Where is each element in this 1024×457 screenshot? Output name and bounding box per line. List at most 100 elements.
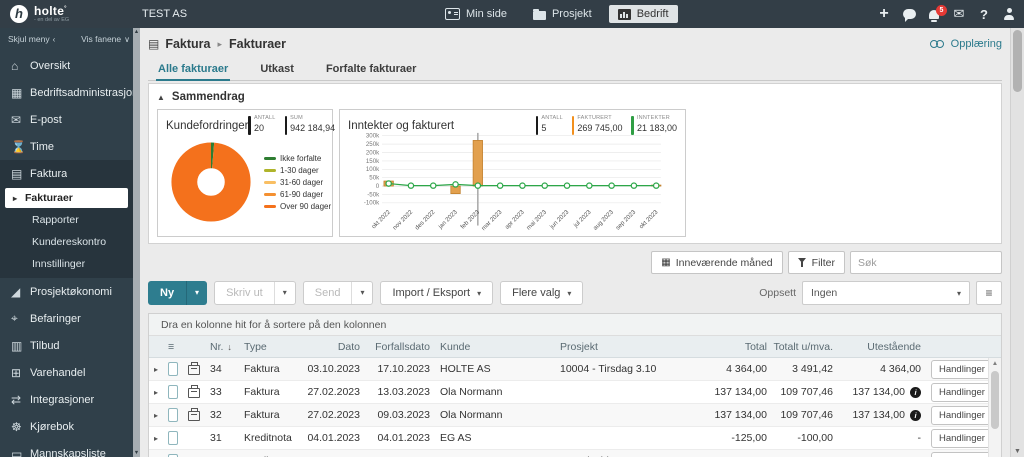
- column-header-utestaende[interactable]: Utestående: [838, 336, 926, 357]
- sidebar-integrations-icon: ⇄: [11, 392, 22, 407]
- row-actions-button[interactable]: Handlinger▾: [931, 405, 988, 425]
- row-expand-icon[interactable]: ▸: [149, 404, 163, 426]
- table-scroll-thumb[interactable]: [991, 371, 999, 429]
- column-header-forfallsdato[interactable]: Forfallsdato: [365, 336, 435, 357]
- send-button[interactable]: Send: [304, 282, 352, 304]
- row-actions-button[interactable]: Handlinger▾: [931, 428, 988, 448]
- tab-utkast[interactable]: Utkast: [258, 57, 296, 81]
- group-drop-zone[interactable]: Dra en kolonne hit for å sortere på den …: [149, 314, 1001, 336]
- sidebar-item-kundereskontro[interactable]: Kundereskontro: [0, 231, 140, 253]
- scroll-down-icon[interactable]: ▼: [134, 450, 139, 456]
- column-header-prosjekt[interactable]: Prosjekt: [555, 336, 708, 357]
- topbar-nav-min-side[interactable]: Min side: [436, 5, 516, 23]
- column-header-totalt-u-mva[interactable]: Totalt u/mva.: [772, 336, 838, 357]
- row-expand-icon[interactable]: ▸: [149, 381, 163, 403]
- print-caret-button[interactable]: ▾: [273, 282, 295, 304]
- sidebar-scrollbar[interactable]: ▲ ▼: [133, 28, 140, 457]
- scroll-up-icon[interactable]: ▲: [992, 360, 998, 367]
- sidebar-item-innstillinger[interactable]: Innstillinger: [0, 253, 140, 275]
- filter-button[interactable]: Filter: [787, 251, 845, 274]
- column-header-kunde[interactable]: Kunde: [435, 336, 555, 357]
- sidebar-item-varehandel[interactable]: ⊞ Varehandel: [0, 359, 140, 386]
- table-scrollbar[interactable]: ▲ ▼: [988, 358, 1001, 457]
- row-actions-button[interactable]: Handlinger▾: [931, 359, 988, 379]
- help-icon[interactable]: ?: [977, 7, 991, 22]
- page-scroll-thumb[interactable]: [1013, 30, 1022, 92]
- sidebar-item-integrasjoner[interactable]: ⇄ Integrasjoner: [0, 386, 140, 413]
- printer-icon[interactable]: [188, 362, 200, 375]
- training-link[interactable]: Opplæring: [929, 38, 1002, 50]
- row-expand-icon[interactable]: ▸: [149, 450, 163, 457]
- summary-toggle[interactable]: ▲ Sammendrag: [157, 89, 993, 105]
- layout-controls: Oppsett Ingen ▾ ≡: [759, 281, 1002, 305]
- more-options-button[interactable]: Flere valg ▾: [500, 281, 584, 305]
- row-checkbox[interactable]: [168, 362, 178, 376]
- cell-kunde: EG AS: [440, 432, 472, 444]
- tab-alle-fakturaer[interactable]: Alle fakturaer: [156, 57, 231, 81]
- scroll-up-icon[interactable]: ▲: [134, 29, 139, 35]
- caret-down-icon[interactable]: ▾: [186, 281, 207, 305]
- printer-icon[interactable]: [188, 385, 200, 398]
- layout-menu-button[interactable]: ≡: [976, 281, 1002, 305]
- layout-select[interactable]: Ingen ▾: [802, 281, 970, 305]
- import-export-button[interactable]: Import / Eksport ▾: [380, 281, 494, 305]
- sidebar-item-oversikt[interactable]: ⌂ Oversikt: [0, 52, 140, 79]
- sidebar-item-faktura[interactable]: ▤ Faktura: [0, 160, 140, 187]
- hide-menu-button[interactable]: Skjul meny ‹: [8, 34, 55, 44]
- sidebar-item-fakturaer[interactable]: ▸ Fakturaer: [5, 188, 128, 208]
- info-icon[interactable]: i: [910, 386, 921, 398]
- sidebar-item-tilbud[interactable]: ▥ Tilbud: [0, 332, 140, 359]
- print-button[interactable]: Skriv ut: [215, 282, 274, 304]
- row-actions-button[interactable]: Handlinger▾: [931, 451, 988, 457]
- column-header-type[interactable]: Type: [239, 336, 303, 357]
- svg-text:aug 2023: aug 2023: [592, 208, 615, 231]
- column-header-dato[interactable]: Dato: [303, 336, 365, 357]
- sidebar-item-mannskapsliste[interactable]: ▭ Mannskapsliste: [0, 440, 140, 457]
- sidebar-item-kjorebok[interactable]: ☸ Kjørebok: [0, 413, 140, 440]
- row-checkbox[interactable]: [168, 408, 178, 422]
- page-scrollbar[interactable]: ▼: [1010, 28, 1024, 457]
- grid-header: ≡ Nr. ↓ Type Dato Forfallsdato Kunde Prosjekt To…: [149, 336, 1001, 358]
- hide-menu-label: Skjul meny: [8, 34, 50, 44]
- show-tabs-button[interactable]: Vis fanene ∨: [81, 34, 130, 44]
- sidebar-item-e-post[interactable]: ✉ E-post: [0, 106, 140, 133]
- topbar-nav-bedrift[interactable]: Bedrift: [608, 5, 678, 23]
- stat-label: ANTALL: [253, 115, 276, 121]
- add-icon[interactable]: +: [877, 6, 891, 22]
- chevron-right-icon: ▸: [217, 38, 223, 49]
- tab-forfalte-fakturaer[interactable]: Forfalte fakturaer: [324, 57, 418, 81]
- info-icon[interactable]: i: [910, 409, 921, 421]
- printer-icon[interactable]: [188, 408, 200, 421]
- row-expand-icon[interactable]: ▸: [149, 358, 163, 380]
- sidebar-item-bedriftsadministrasjon[interactable]: ▦ Bedriftsadministrasjon: [0, 79, 140, 106]
- row-checkbox[interactable]: [168, 431, 178, 445]
- scroll-down-icon[interactable]: ▼: [1011, 448, 1024, 455]
- brand[interactable]: h holte° - en del av EG: [0, 5, 140, 24]
- mail-icon[interactable]: ✉: [952, 6, 966, 22]
- cell-type: Kreditnota: [239, 450, 303, 457]
- sidebar-item-rapporter[interactable]: Rapporter: [0, 209, 140, 231]
- row-checkbox[interactable]: [168, 385, 178, 399]
- breadcrumb-section[interactable]: Faktura: [165, 37, 210, 51]
- svg-text:nov 2022: nov 2022: [391, 208, 414, 231]
- stat-inntekter: INNTEKTER 21 183,00: [631, 115, 677, 135]
- sidebar-item-time[interactable]: ⌛ Time: [0, 133, 140, 160]
- notifications-icon[interactable]: 5: [927, 4, 947, 22]
- chat-icon[interactable]: [902, 9, 916, 22]
- row-expand-icon[interactable]: ▸: [149, 427, 163, 449]
- sidebar-item-befaringer[interactable]: ⌖ Befaringer: [0, 305, 140, 332]
- sidebar-item-label: Kjørebok: [30, 420, 75, 433]
- current-month-button[interactable]: ▦ Inneværende måned: [651, 251, 783, 274]
- send-caret-button[interactable]: ▾: [351, 282, 372, 304]
- column-header-nr[interactable]: Nr. ↓: [205, 336, 239, 357]
- sidebar-item-prosjektokonomi[interactable]: ◢ Prosjektøkonomi: [0, 278, 140, 305]
- column-header-total[interactable]: Total: [708, 336, 772, 357]
- header-menu-icon[interactable]: ≡: [163, 336, 183, 357]
- user-icon[interactable]: [1002, 8, 1016, 20]
- stat-color-bar: [631, 116, 634, 135]
- topbar-nav-prosjekt[interactable]: Prosjekt: [524, 5, 601, 23]
- new-button[interactable]: Ny ▾: [148, 281, 208, 305]
- row-actions-button[interactable]: Handlinger▾: [931, 382, 988, 402]
- calendar-icon: ▦: [661, 257, 671, 268]
- search-input[interactable]: [850, 251, 1002, 274]
